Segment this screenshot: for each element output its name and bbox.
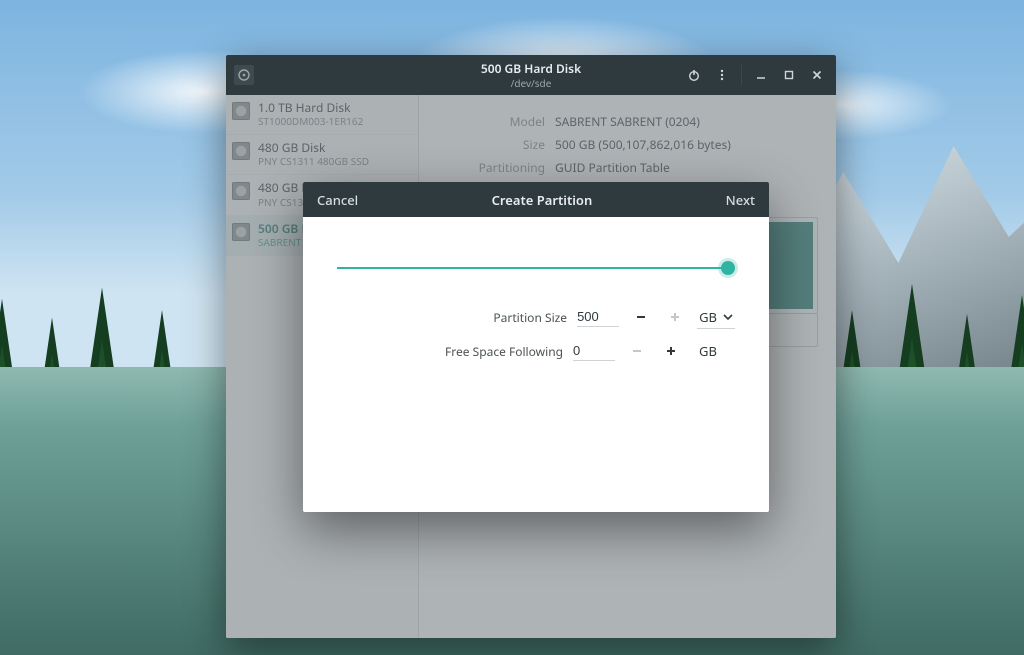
minimize-button[interactable] — [748, 62, 774, 88]
partition-size-input[interactable] — [577, 307, 619, 327]
partition-size-decrease[interactable] — [629, 305, 653, 329]
disks-app-icon — [234, 65, 254, 85]
row-free-space-following: Free Space Following GB — [337, 339, 735, 363]
partition-size-unit-select[interactable]: GB — [697, 306, 735, 329]
slider-track — [337, 267, 735, 269]
dialog-title: Create Partition — [492, 191, 593, 209]
maximize-button[interactable] — [776, 62, 802, 88]
dialog-header: Cancel Create Partition Next — [303, 182, 769, 217]
partition-size-increase — [663, 305, 687, 329]
label-partition-size: Partition Size — [493, 309, 567, 326]
free-space-unit: GB — [693, 340, 735, 362]
titlebar[interactable]: 500 GB Hard Disk /dev/sde — [226, 55, 836, 95]
chevron-down-icon — [723, 312, 733, 322]
slider-thumb[interactable] — [721, 261, 735, 275]
free-space-following-input[interactable] — [573, 341, 615, 361]
partition-size-slider[interactable] — [337, 261, 735, 275]
free-space-increase[interactable] — [659, 339, 683, 363]
label-free-space-following: Free Space Following — [445, 343, 563, 360]
drive-menu-button[interactable] — [709, 62, 735, 88]
cancel-button[interactable]: Cancel — [317, 191, 358, 209]
next-button[interactable]: Next — [726, 191, 755, 209]
close-button[interactable] — [804, 62, 830, 88]
free-space-decrease — [625, 339, 649, 363]
row-partition-size: Partition Size GB — [337, 305, 735, 329]
unit-label: GB — [699, 308, 717, 326]
drive-power-button[interactable] — [681, 62, 707, 88]
create-partition-dialog: Cancel Create Partition Next Partition S… — [303, 182, 769, 512]
